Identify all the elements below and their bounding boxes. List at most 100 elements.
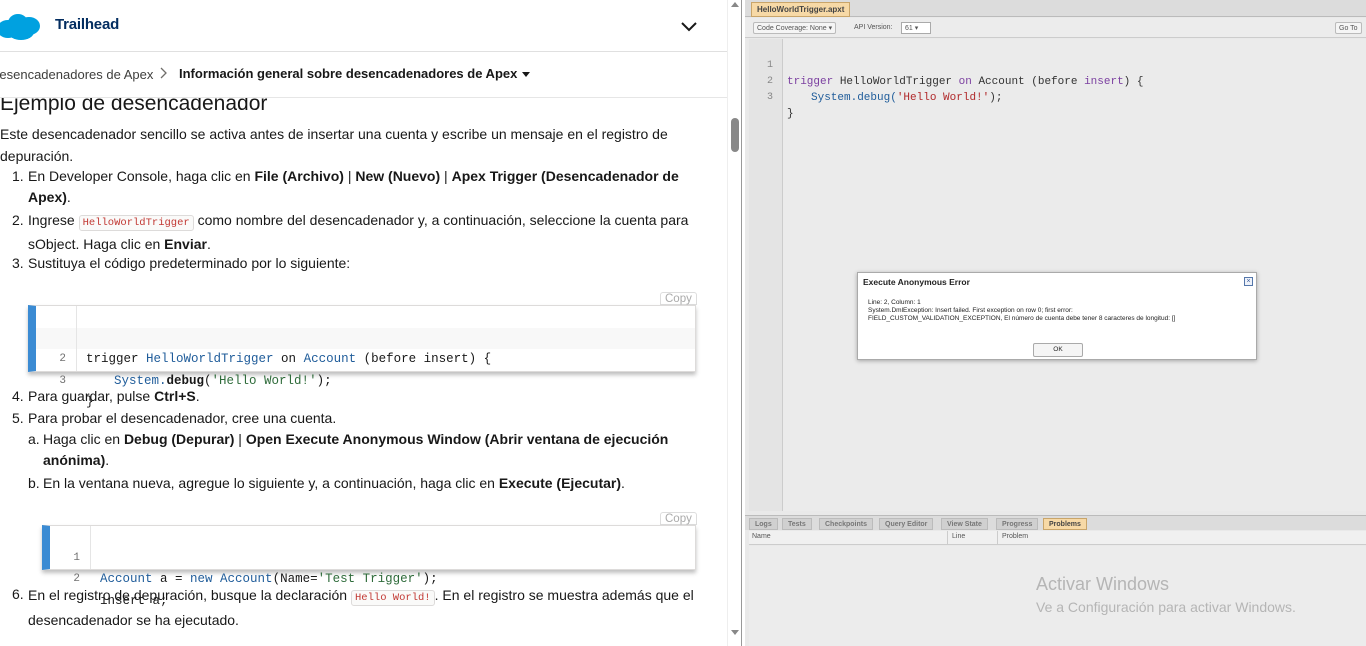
code-token: ); (989, 92, 1003, 104)
code-block-anonymous: 1 Account a = new Account(Name='Test Tri… (42, 525, 696, 608)
step-text: . (206, 236, 211, 252)
step-text: . (105, 452, 110, 468)
error-detail: FIELD_CUSTOM_VALIDATION_EXCEPTION, El nú… (868, 315, 1176, 322)
line-number: 3 (766, 92, 773, 103)
chevron-right-icon (160, 67, 167, 79)
step-number: 6. (12, 586, 24, 602)
copy-button[interactable]: Copy (660, 512, 697, 525)
caret-down-icon (522, 72, 531, 78)
error-position: Line: 2, Column: 1 (868, 299, 921, 306)
breadcrumb-current-label: Información general sobre desencadenador… (179, 66, 518, 81)
step-text: En la ventana nueva, agregue lo siguient… (43, 475, 499, 491)
tab-checkpoints[interactable]: Checkpoints (819, 518, 874, 530)
code-token: ( (204, 373, 212, 388)
step-number: b. (28, 475, 40, 491)
column-problem[interactable]: Problem (1002, 533, 1028, 540)
breadcrumb-current[interactable]: Información general sobre desencadenador… (179, 66, 531, 81)
editor-line: 2 System.debug('Hello World!'); (749, 58, 1002, 104)
close-icon[interactable]: × (1244, 277, 1253, 286)
tab-problems[interactable]: Problems (1043, 518, 1087, 530)
code-block-trigger: 1 trigger HelloWorldTrigger on Account (… (28, 305, 696, 409)
menu-debug: Debug (Depurar) (123, 431, 235, 447)
dialog-message: Line: 2, Column: 1 System.DmlException: … (868, 299, 1175, 323)
code-token: on (958, 76, 972, 88)
code-token: ) { (1123, 76, 1144, 88)
separator: | (234, 431, 246, 447)
step-text: Sustituya el código predeterminado por l… (28, 255, 351, 271)
trailhead-header: Trailhead (0, 0, 727, 52)
api-version-value: 61 (905, 25, 913, 32)
salesforce-cloud-icon[interactable] (0, 12, 42, 42)
editor-line: 3 } (749, 74, 802, 120)
tab-query-editor[interactable]: Query Editor (879, 518, 934, 530)
windows-activation-subtitle: Ve a Configuración para activar Windows. (1036, 599, 1296, 615)
scrollbar-thumb[interactable] (731, 118, 739, 152)
step-text: Para probar el desencadenador, cree una … (28, 410, 337, 426)
tab-tests[interactable]: Tests (782, 518, 812, 530)
column-name[interactable]: Name (752, 533, 771, 540)
intro-paragraph: Este desencadenador sencillo se activa a… (0, 126, 668, 164)
scroll-down-icon[interactable] (731, 630, 739, 635)
bottom-panel-tabs: Logs Tests Checkpoints Query Editor View… (745, 515, 1366, 530)
code-line: 3 } (36, 349, 695, 409)
step-number: 1. (12, 168, 24, 184)
column-line[interactable]: Line (952, 533, 965, 540)
step-text: . (195, 388, 200, 404)
submit-label: Enviar (164, 236, 207, 252)
screen: Trailhead Desencadenadores de Apex Infor… (0, 0, 1366, 646)
trailhead-logo-text[interactable]: Trailhead (55, 16, 119, 33)
step-text: En el registro de depuración, busque la … (28, 587, 351, 603)
separator: | (343, 168, 356, 184)
code-token: insert (1084, 76, 1124, 88)
menu-new: New (Nuevo) (355, 168, 441, 184)
trailhead-pane: Trailhead Desencadenadores de Apex Infor… (0, 0, 742, 646)
step-number: 5. (12, 410, 24, 426)
step-text: Para guardar, pulse (28, 388, 155, 404)
step-text: . (621, 475, 625, 491)
copy-button[interactable]: Copy (660, 292, 697, 305)
menu-file: File (Archivo) (254, 168, 344, 184)
go-to-button[interactable]: Go To (1335, 22, 1362, 34)
code-line: 2 System.debug('Hello World!'); (36, 327, 695, 388)
api-version-select[interactable]: 61 ▾ (901, 22, 931, 34)
step-text: . (66, 189, 71, 205)
tab-progress[interactable]: Progress (996, 518, 1039, 530)
tab-logs[interactable]: Logs (749, 518, 778, 530)
step-text: En Developer Console, haga clic en (28, 168, 255, 184)
step-number: a. (28, 431, 40, 447)
problems-table-header: Name Line Problem (749, 531, 1366, 545)
problems-list (749, 546, 1366, 646)
code-token: HelloWorldTrigger (833, 76, 959, 88)
chevron-down-icon[interactable] (680, 20, 698, 34)
code-token: 'Hello World!' (211, 373, 317, 388)
inline-code: Hello World! (350, 590, 435, 606)
keyboard-shortcut: Ctrl+S (154, 388, 196, 404)
step-text: Haga clic en (43, 431, 124, 447)
separator: | (440, 168, 452, 184)
unit-content: Ejemplo de desencadenador Este desencade… (0, 98, 727, 646)
breadcrumb-previous[interactable]: Desencadenadores de Apex (0, 67, 153, 82)
api-version-label: API Version: (854, 24, 893, 31)
code-coverage-dropdown[interactable]: Code Coverage: None ▾ (753, 22, 837, 34)
editor-line: 1 trigger HelloWorldTrigger on Account (… (749, 42, 1144, 88)
code-token: ); (316, 373, 332, 388)
step-number: 2. (12, 212, 24, 228)
section-heading: Ejemplo de desencadenador (0, 98, 268, 115)
breadcrumb: Desencadenadores de Apex Información gen… (0, 52, 727, 98)
file-tab-helloworldtrigger[interactable]: HelloWorldTrigger.apxt (751, 2, 851, 17)
execute-label: Execute (Ejecutar) (498, 475, 622, 491)
inline-code: HelloWorldTrigger (78, 215, 194, 231)
tab-view-state[interactable]: View State (941, 518, 988, 530)
code-token: 'Hello World!' (896, 92, 990, 104)
windows-activation-title: Activar Windows (1036, 574, 1170, 594)
vertical-scrollbar[interactable] (727, 0, 741, 646)
dialog-title: Execute Anonymous Error (863, 277, 970, 287)
code-token: } (787, 108, 794, 120)
ok-button[interactable]: OK (1033, 343, 1083, 357)
editor-toolbar: Code Coverage: None ▾ API Version: 61 ▾ … (745, 18, 1366, 38)
code-line: 2 insert a; (50, 547, 695, 608)
scroll-up-icon[interactable] (731, 2, 739, 7)
execute-anonymous-error-dialog: Execute Anonymous Error × Line: 2, Colum… (857, 272, 1257, 360)
code-line: 1 trigger HelloWorldTrigger on Account (… (36, 306, 695, 366)
code-token: Account (before (971, 76, 1085, 88)
